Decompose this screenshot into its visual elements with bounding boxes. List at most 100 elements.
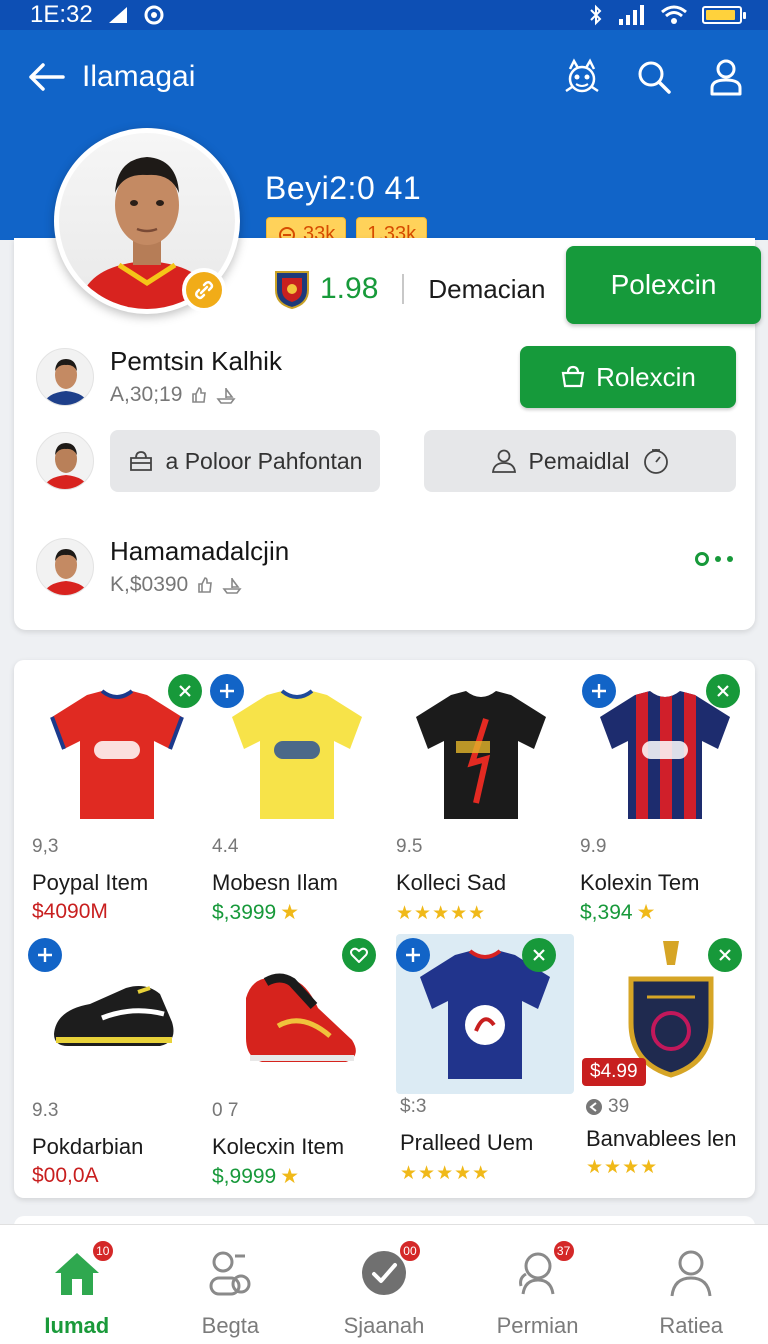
- pill-button-left[interactable]: a Poloor Pahfontan: [110, 430, 380, 492]
- friend-row[interactable]: Hamamadalcjin K,$0390: [36, 536, 289, 597]
- remove-button[interactable]: [522, 938, 556, 972]
- black-jersey-icon: [416, 691, 546, 819]
- plus-icon: [38, 948, 52, 962]
- nav-sjaanah[interactable]: 00 Sjaanah: [307, 1225, 461, 1344]
- item-score: 0 7: [212, 1100, 239, 1121]
- add-button[interactable]: [210, 674, 244, 708]
- item-name: Banvablees len: [586, 1126, 737, 1151]
- item-name: Pralleed Uem: [400, 1130, 534, 1155]
- wifi-icon: [661, 5, 687, 24]
- nav-icon-wrap: [202, 1245, 258, 1301]
- nav-icon-wrap: 37: [510, 1239, 576, 1301]
- item-card[interactable]: 9.5 Kolleci Sad ★★★★★: [392, 674, 570, 924]
- item-score: 4.4: [212, 836, 239, 857]
- yellow-jersey-icon: [232, 689, 362, 819]
- item-card[interactable]: 0 7 Kolecxin Item $,9999 ★: [208, 938, 386, 1188]
- add-button[interactable]: [582, 674, 616, 708]
- secondary-action-button[interactable]: Rolexcin: [520, 346, 736, 408]
- nav-label: Ratiea: [659, 1313, 723, 1338]
- link-icon: [194, 280, 214, 300]
- remove-button[interactable]: [168, 674, 202, 708]
- signal-bars-icon: [619, 5, 644, 25]
- item-score-value: 39: [608, 1096, 630, 1117]
- nav-badge: 10: [90, 1239, 115, 1263]
- star-icon: ★: [280, 901, 300, 924]
- friend-row[interactable]: [36, 432, 94, 490]
- mascot-icon: [565, 58, 599, 93]
- item-card[interactable]: $4.99 39 Banvablees len ★★★★: [582, 934, 760, 1184]
- item-stars: ★★★★: [586, 1157, 659, 1178]
- item-score: $:3: [400, 1096, 427, 1117]
- friend-avatar: [36, 347, 94, 406]
- pill-button-right[interactable]: Pemaidlal: [424, 430, 736, 492]
- price-tag: $4.99: [582, 1058, 646, 1086]
- friend-text: Pemtsin Kalhik A,30;19: [110, 346, 282, 407]
- item-price: $00,0A: [32, 1164, 99, 1187]
- red-jersey-icon: [50, 689, 184, 819]
- thumb-icon: [192, 387, 207, 403]
- item-card[interactable]: $:3 Pralleed Uem ★★★★★: [396, 934, 574, 1184]
- rating-value: 1.98: [320, 272, 379, 305]
- nav-begta[interactable]: Begta: [154, 1225, 308, 1344]
- friend-row[interactable]: Pemtsin Kalhik A,30;19: [36, 346, 282, 407]
- friend-avatar: [36, 537, 94, 596]
- item-score: 9.9: [580, 836, 607, 857]
- friend-id: K,$0390: [110, 573, 189, 596]
- person-icon: [491, 449, 516, 473]
- friend-avatar: [36, 432, 94, 490]
- more-dot: [727, 556, 733, 562]
- nav-permian[interactable]: 37 Permian: [461, 1225, 615, 1344]
- page-title: Ilamagai: [82, 60, 196, 93]
- nav-icon-wrap: [663, 1245, 719, 1301]
- item-card[interactable]: 9,3 Poypal Item $4090M: [28, 674, 206, 924]
- pill-left-label: a Poloor Pahfontan: [165, 447, 363, 474]
- items-grid: 9,3 Poypal Item $4090M 4.4 Mobesn Ilam $…: [14, 660, 755, 1198]
- item-card[interactable]: 9.9 Kolexin Tem $,394 ★: [576, 674, 754, 924]
- item-price-value: $,394: [580, 900, 633, 924]
- star-icon: ★: [280, 1165, 300, 1188]
- add-button[interactable]: [396, 938, 430, 972]
- back-button[interactable]: [24, 55, 68, 99]
- timer-icon: [643, 449, 668, 474]
- item-price: $,394 ★: [580, 900, 655, 925]
- people-icon: [209, 1251, 251, 1296]
- remove-button[interactable]: [706, 674, 740, 708]
- more-options-button[interactable]: [695, 552, 733, 566]
- rating-label: Demacian: [428, 273, 546, 304]
- arrow-left-icon: [29, 63, 65, 91]
- primary-action-button[interactable]: Polexcin: [566, 246, 761, 324]
- nav-icon-wrap: 00: [356, 1239, 422, 1301]
- profile-button[interactable]: [706, 57, 746, 97]
- item-price: $,3999 ★: [212, 900, 299, 925]
- favorite-button[interactable]: [342, 938, 376, 972]
- nav-badge: 00: [397, 1239, 422, 1263]
- remove-button[interactable]: [708, 938, 742, 972]
- arrow-circle-icon: [586, 1099, 602, 1115]
- bluetooth-icon: [590, 4, 602, 26]
- nav-home[interactable]: 10 Iumad: [0, 1225, 154, 1344]
- friend-name: Hamamadalcjin: [110, 536, 290, 566]
- plus-icon: [406, 948, 420, 962]
- battery-icon: [702, 6, 746, 24]
- item-price-value: $,3999: [212, 900, 277, 924]
- signal-triangle-icon: [108, 7, 127, 23]
- plus-icon: [592, 684, 606, 698]
- mascot-button[interactable]: [562, 57, 602, 97]
- divider: [402, 274, 405, 304]
- item-card[interactable]: 9.3 Pokdarbian $00,0A: [28, 938, 206, 1188]
- close-icon: [719, 949, 731, 961]
- app-bar: Ilamagai: [24, 52, 746, 102]
- bottom-nav: 10 Iumad Begta 00 Sjaanah 37 Permian Rat…: [0, 1224, 768, 1344]
- item-price: $4090M: [32, 900, 108, 923]
- more-dot-ring: [695, 552, 709, 566]
- header-actions: [562, 57, 746, 97]
- friend-text: Hamamadalcjin K,$0390: [110, 536, 289, 597]
- user-icon: [710, 59, 742, 96]
- app-circle-icon: [144, 5, 164, 25]
- add-button[interactable]: [28, 938, 62, 972]
- search-button[interactable]: [634, 57, 674, 97]
- friend-name: Pemtsin Kalhik: [110, 346, 282, 376]
- item-price-value: $,9999: [212, 1164, 277, 1188]
- item-card[interactable]: 4.4 Mobesn Ilam $,3999 ★: [208, 674, 386, 924]
- nav-ratiea[interactable]: Ratiea: [614, 1225, 768, 1344]
